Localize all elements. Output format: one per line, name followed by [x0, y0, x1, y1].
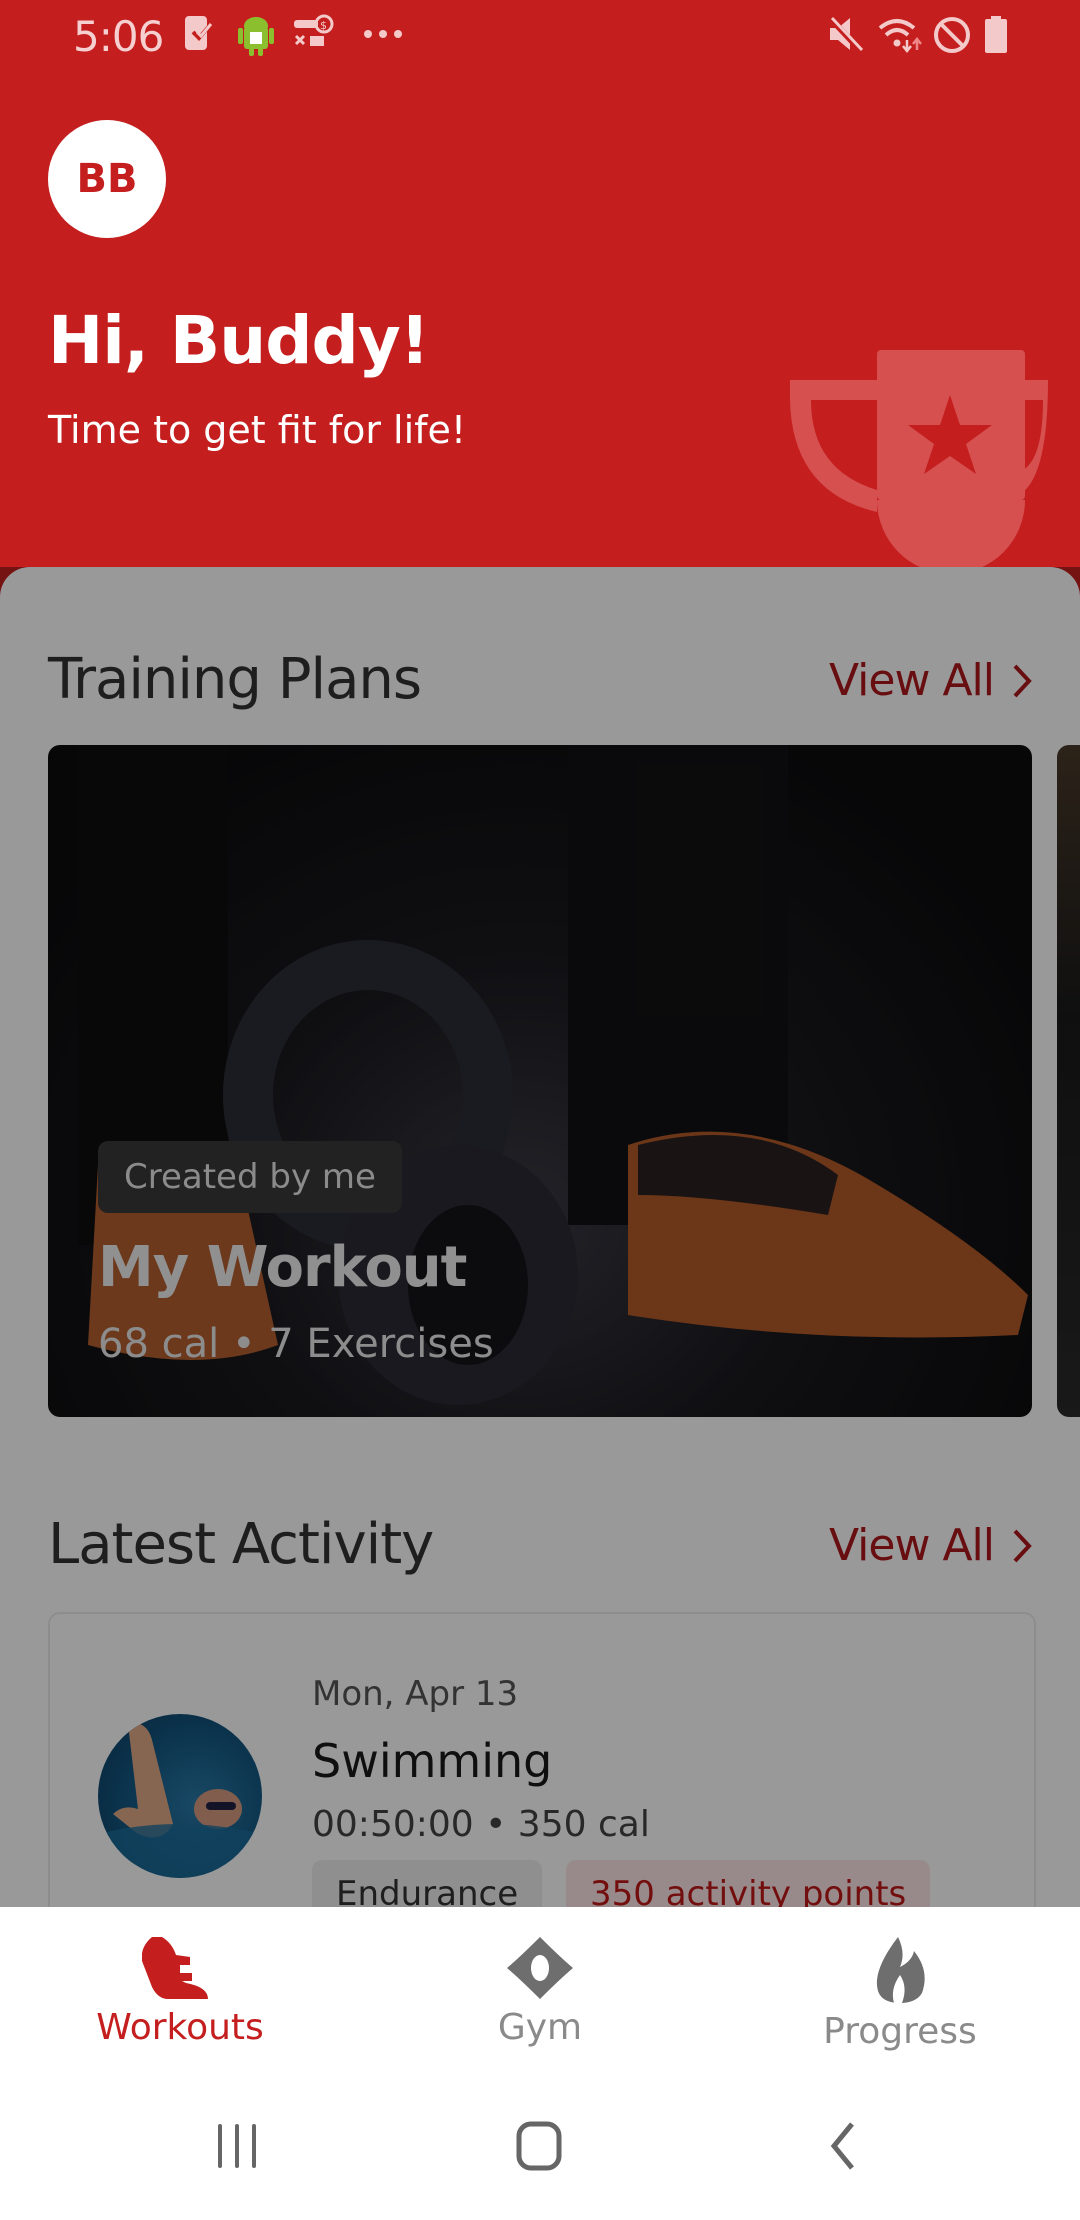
- nav-item-progress[interactable]: Progress: [720, 1907, 1080, 2060]
- bottom-nav: Workouts Gym Progress: [0, 1907, 1080, 2060]
- nav-item-workouts[interactable]: Workouts: [0, 1907, 360, 2060]
- nav-item-gym[interactable]: Gym: [360, 1907, 720, 2060]
- view-all-label: View All: [829, 1520, 995, 1571]
- chevron-right-icon: [1013, 1529, 1032, 1562]
- plan-badge: Created by me: [98, 1141, 402, 1213]
- android-icon: [238, 17, 274, 56]
- activity-date: Mon, Apr 13: [312, 1674, 519, 1714]
- system-nav-bar: [0, 2060, 1080, 2220]
- home-icon[interactable]: [514, 2120, 566, 2172]
- flame-icon: [876, 1937, 925, 2003]
- status-bar: 5:06 $: [0, 0, 1080, 70]
- training-plans-view-all-button[interactable]: View All: [829, 655, 1032, 706]
- view-all-label: View All: [829, 655, 995, 706]
- plan-meta: 68 cal • 7 Exercises: [98, 1321, 494, 1367]
- chevron-right-icon: [1013, 664, 1032, 697]
- content-sheet: Training Plans View All Created by me My…: [0, 567, 1080, 1967]
- nav-label: Progress: [823, 2011, 977, 2052]
- header: BB Hi, Buddy! Time to get fit for life!: [0, 70, 1080, 610]
- latest-activity-header: Latest Activity View All: [48, 1512, 1032, 1592]
- mute-icon: [828, 16, 864, 52]
- workout-photo: [78, 745, 1028, 1405]
- task-check-icon: [185, 16, 213, 50]
- activity-thumbnail: [98, 1714, 262, 1878]
- battery-icon: [985, 16, 1007, 53]
- training-plans-header: Training Plans View All: [48, 647, 1032, 727]
- wifi-icon: [878, 19, 922, 54]
- training-plan-card[interactable]: Created by me My Workout 68 cal • 7 Exer…: [48, 745, 1032, 1417]
- greeting-title: Hi, Buddy!: [48, 302, 430, 379]
- nav-label: Gym: [497, 2007, 583, 2048]
- activity-meta: 00:50:00 • 350 cal: [312, 1804, 650, 1845]
- latest-activity-title: Latest Activity: [48, 1512, 434, 1577]
- tagline: Time to get fit for life!: [48, 408, 467, 452]
- status-time: 5:06: [73, 12, 164, 61]
- recent-apps-icon[interactable]: [212, 2120, 262, 2172]
- activity-title: Swimming: [312, 1734, 553, 1788]
- more-dots-icon: [364, 30, 402, 38]
- avatar[interactable]: BB: [48, 120, 166, 238]
- training-plans-title: Training Plans: [48, 647, 422, 712]
- back-icon[interactable]: [826, 2120, 860, 2172]
- latest-activity-view-all-button[interactable]: View All: [829, 1520, 1032, 1571]
- training-plan-card-next[interactable]: [1057, 745, 1080, 1417]
- plan-title: My Workout: [98, 1235, 467, 1300]
- vpn-key-icon: $: [294, 14, 334, 46]
- shoe-icon: [142, 1937, 208, 1999]
- location-pin-icon: [507, 1937, 573, 1999]
- nav-label: Workouts: [96, 2007, 264, 2048]
- do-not-disturb-icon: [934, 17, 970, 53]
- svg-text:$: $: [320, 19, 327, 32]
